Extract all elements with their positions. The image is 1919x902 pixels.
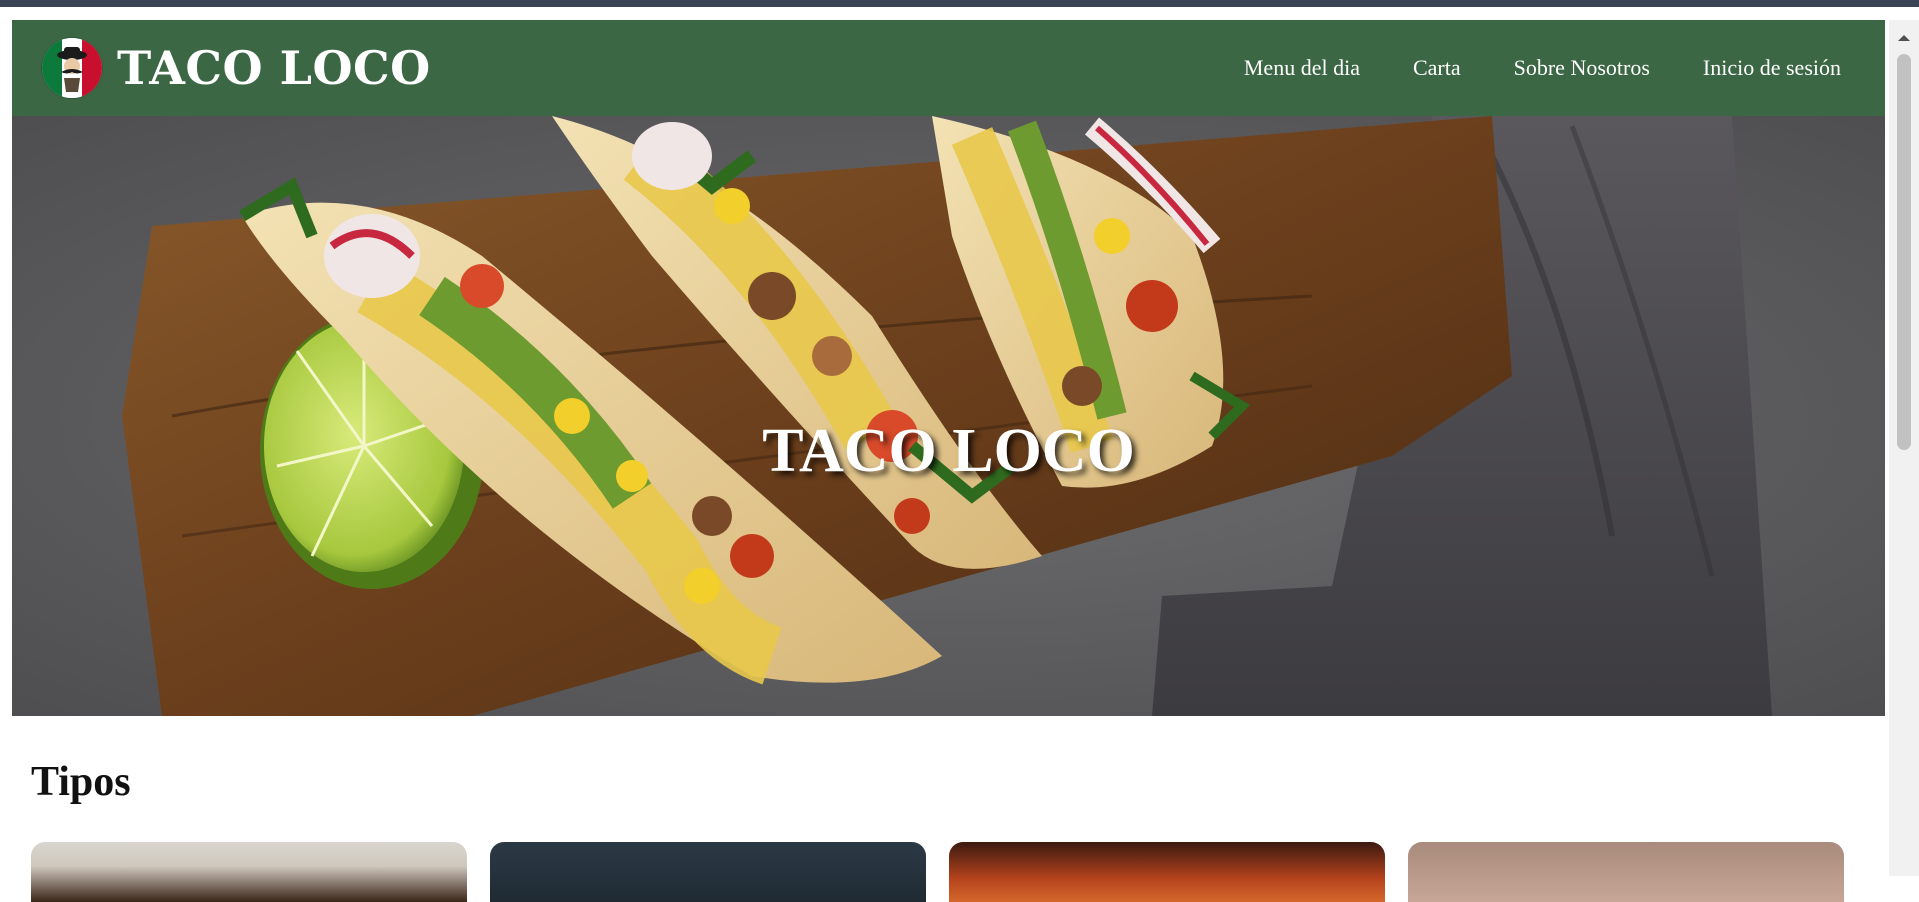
hero-banner: TACO LOCO [12, 116, 1885, 716]
mexican-flag-logo-icon[interactable] [42, 38, 102, 98]
nav-inicio-de-sesion[interactable]: Inicio de sesión [1703, 55, 1841, 81]
navbar: TACO LOCO Menu del dia Carta Sobre Nosot… [12, 20, 1885, 116]
nav-sobre-nosotros[interactable]: Sobre Nosotros [1514, 55, 1650, 81]
main-nav: Menu del dia Carta Sobre Nosotros Inicio… [1244, 20, 1841, 116]
browser-top-strip [0, 0, 1919, 7]
scroll-up-arrow-icon[interactable] [1889, 30, 1919, 46]
nav-menu-del-dia[interactable]: Menu del dia [1244, 55, 1360, 81]
brand-name[interactable]: TACO LOCO [117, 38, 431, 98]
tipo-card-4[interactable] [1408, 842, 1844, 902]
hero-title: TACO LOCO [762, 417, 1135, 485]
tipos-card-row [31, 842, 1844, 902]
tipo-card-2[interactable] [490, 842, 926, 902]
page-scrollbar[interactable] [1889, 20, 1919, 876]
section-title-tipos: Tipos [31, 759, 131, 805]
tipo-card-3[interactable] [949, 842, 1385, 902]
nav-carta[interactable]: Carta [1413, 55, 1461, 81]
tipo-card-1[interactable] [31, 842, 467, 902]
scrollbar-thumb[interactable] [1897, 54, 1911, 450]
